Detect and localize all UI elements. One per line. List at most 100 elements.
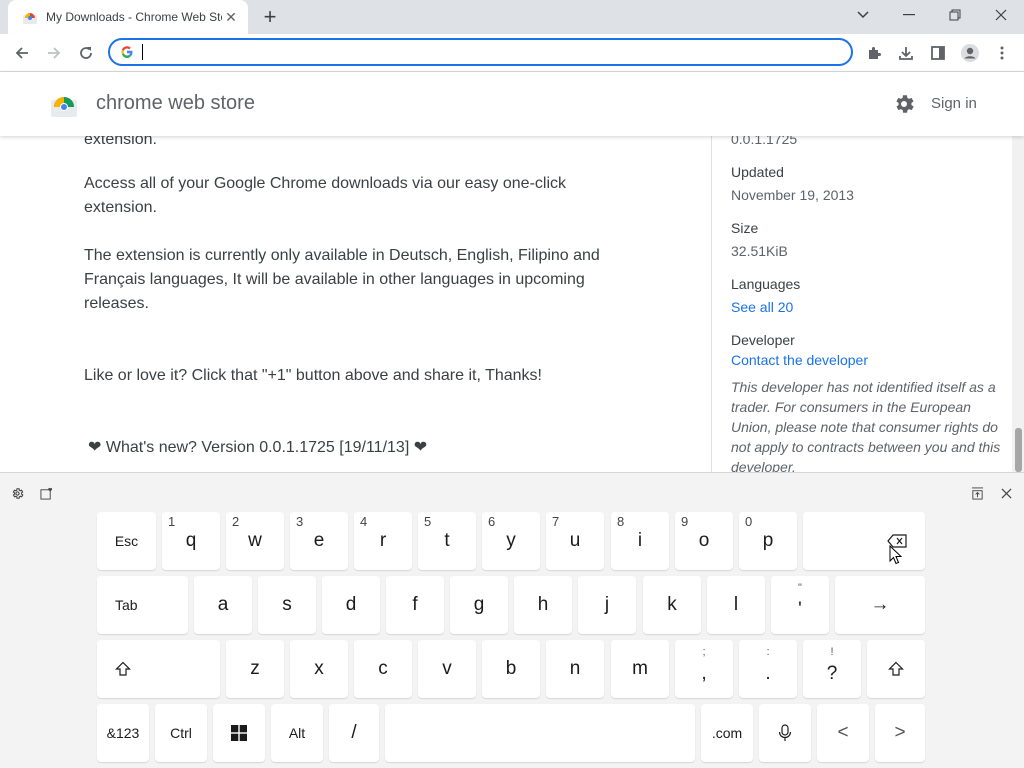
tab-search-icon[interactable] [840,0,886,30]
key-o[interactable]: 9o [675,512,733,570]
google-icon [121,46,133,58]
tab-strip: My Downloads - Chrome Web Sto ✕ + [0,0,1024,34]
chrome-web-store-logo-icon[interactable] [50,90,78,118]
tab-close-icon[interactable]: ✕ [222,8,240,26]
key-q[interactable]: 1q [162,512,220,570]
key-s[interactable]: s [258,576,316,634]
minimize-icon[interactable] [886,0,932,30]
key-period[interactable]: :. [739,640,797,698]
key-x[interactable]: x [290,640,348,698]
key-t[interactable]: 5t [418,512,476,570]
chevron-right-icon: > [894,722,906,743]
key-enter[interactable]: → [835,576,925,634]
key-backspace[interactable] [803,512,925,570]
mouse-cursor-icon [889,545,903,565]
tab-title: My Downloads - Chrome Web Sto [46,10,222,24]
downloads-icon[interactable] [893,40,919,66]
key-j[interactable]: j [578,576,636,634]
key-tab[interactable]: Tab [97,576,188,634]
key-alt[interactable]: Alt [271,704,323,762]
chrome-web-store-favicon-icon [23,13,37,24]
restore-icon[interactable] [932,0,978,30]
key-left-arrow[interactable]: < [817,704,869,762]
address-input[interactable] [143,42,851,62]
key-ctrl[interactable]: Ctrl [155,704,207,762]
key-shift-right[interactable] [867,640,925,698]
windows-logo-icon [231,725,247,741]
key-y[interactable]: 6y [482,512,540,570]
key-u[interactable]: 7u [546,512,604,570]
browser-menu-icon[interactable] [989,40,1015,66]
description-paragraph: Access all of your Google Chrome downloa… [84,175,567,216]
settings-gear-icon[interactable] [892,92,916,116]
address-bar[interactable] [108,38,853,66]
extension-description: extension. Access all of your Google Chr… [84,136,624,460]
key-shift-left[interactable] [97,640,220,698]
scrollbar-track[interactable] [1012,136,1024,472]
key-right-arrow[interactable]: > [875,704,925,762]
key-esc[interactable]: Esc [97,512,156,570]
key-k[interactable]: k [643,576,701,634]
forward-icon[interactable] [41,40,67,66]
store-title[interactable]: chrome web store [96,92,255,115]
whats-new-line: ❤ What's new? Version 0.0.1.1725 [19/11/… [88,439,428,456]
key-d[interactable]: d [322,576,380,634]
languages-label: Languages [731,276,801,292]
key-a[interactable]: a [194,576,252,634]
developer-label: Developer [731,332,795,348]
key-apostrophe[interactable]: " ' [771,576,829,634]
key-f[interactable]: f [386,576,444,634]
key-m[interactable]: m [611,640,669,698]
key-w[interactable]: 2w [226,512,284,570]
size-label: Size [731,220,759,236]
key-r[interactable]: 4r [354,512,412,570]
new-tab-icon[interactable]: + [258,4,282,29]
updated-value: November 19, 2013 [731,187,854,203]
contact-developer-link[interactable]: Contact the developer [731,352,1011,368]
browser-tab[interactable]: My Downloads - Chrome Web Sto ✕ [8,0,248,34]
see-all-languages-link[interactable]: See all 20 [731,299,1011,315]
description-paragraph: The extension is currently only availabl… [84,247,600,312]
key-l[interactable]: l [707,576,765,634]
trader-notice: This developer has not identified itself… [731,379,1001,472]
key-n[interactable]: n [546,640,604,698]
shift-icon [888,661,904,676]
key-symbols[interactable]: &123 [97,704,149,762]
keyboard-settings-icon[interactable] [9,485,25,501]
sign-in-link[interactable]: Sign in [931,95,977,112]
touch-keyboard: Esc 1q 2w 3e 4r 5t 6y 7u 8i 9o 0p Tab a … [0,472,1024,768]
key-i[interactable]: 8i [611,512,669,570]
key-v[interactable]: v [418,640,476,698]
scrollbar-thumb[interactable] [1015,428,1022,472]
undock-keyboard-icon[interactable] [969,485,985,501]
key-comma[interactable]: ;, [675,640,733,698]
key-c[interactable]: c [354,640,412,698]
arrow-right-icon: → [870,594,890,615]
back-icon[interactable] [9,40,35,66]
chevron-left-icon: < [837,722,849,743]
key-p[interactable]: 0p [739,512,797,570]
key-e[interactable]: 3e [290,512,348,570]
profile-icon[interactable] [957,40,983,66]
emoji-panel-icon[interactable] [38,485,54,501]
sidebar-divider [711,136,712,472]
key-space[interactable] [385,704,695,762]
key-z[interactable]: z [226,640,284,698]
key-dotcom[interactable]: .com [701,704,753,762]
key-windows[interactable] [213,704,265,762]
key-slash[interactable]: / [329,704,379,762]
shift-icon [115,661,131,676]
description-line: extension. [84,136,157,148]
key-b[interactable]: b [482,640,540,698]
key-microphone[interactable] [759,704,811,762]
reload-icon[interactable] [73,40,99,66]
browser-toolbar [0,34,1024,72]
key-h[interactable]: h [514,576,572,634]
side-panel-icon[interactable] [925,40,951,66]
extensions-icon[interactable] [861,40,887,66]
close-keyboard-icon[interactable] [998,485,1014,501]
close-window-icon[interactable] [978,0,1024,30]
key-question[interactable]: !? [803,640,861,698]
updated-label: Updated [731,164,784,180]
key-g[interactable]: g [450,576,508,634]
